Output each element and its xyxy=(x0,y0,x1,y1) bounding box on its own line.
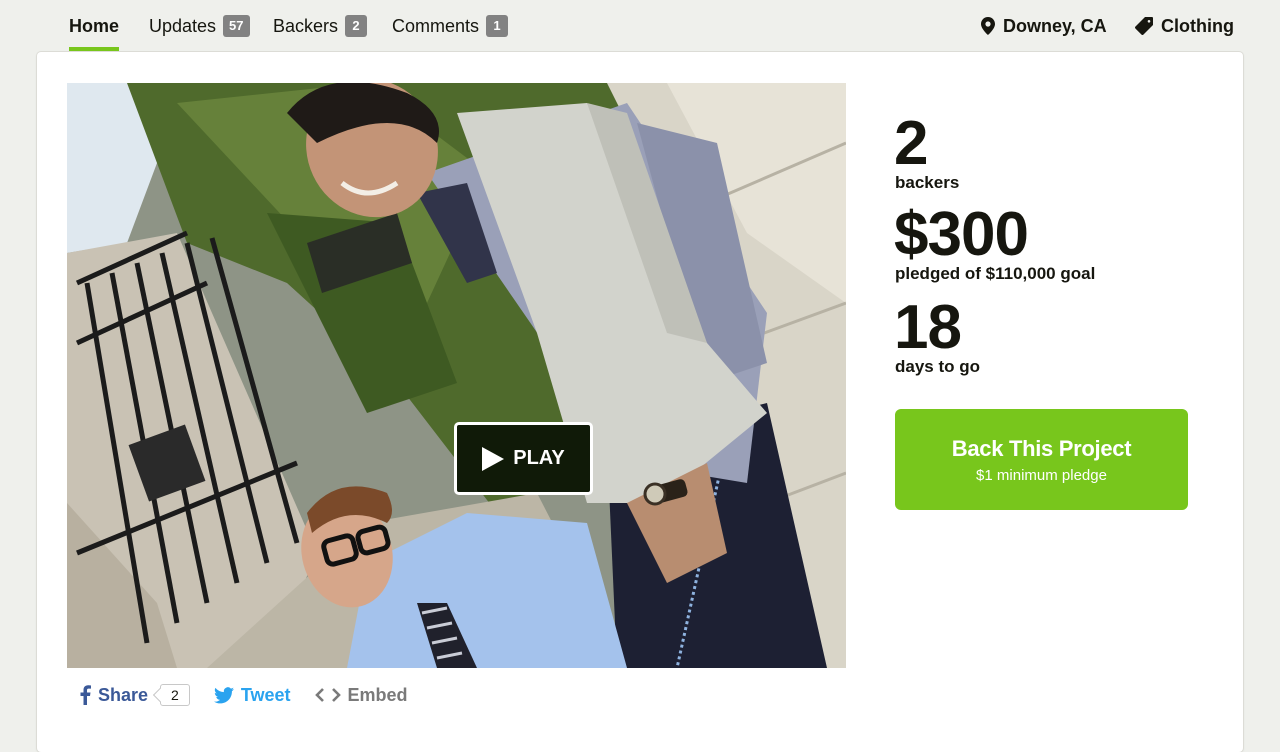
play-label: PLAY xyxy=(513,447,565,469)
tab-home[interactable]: Home xyxy=(69,0,120,52)
tab-comments[interactable]: Comments 1 xyxy=(392,0,509,52)
tab-backers-label: Backers xyxy=(273,15,339,36)
facebook-share-count: 2 xyxy=(160,684,190,706)
facebook-icon xyxy=(80,685,91,705)
twitter-bird-icon xyxy=(213,686,234,703)
location-link[interactable]: Downey, CA xyxy=(981,0,1107,52)
pledged-label: pledged of $110,000 goal xyxy=(895,264,1096,283)
project-nav: Home Updates 57 Backers 2 Comments 1 Dow… xyxy=(0,0,1280,52)
facebook-share-button[interactable]: Share 2 xyxy=(80,684,190,706)
embed-label: Embed xyxy=(347,684,408,705)
tab-updates[interactable]: Updates 57 xyxy=(149,0,250,52)
tab-backers[interactable]: Backers 2 xyxy=(273,0,368,52)
backers-count: 2 xyxy=(894,109,928,178)
facebook-share-label: Share xyxy=(98,684,149,705)
tweet-label: Tweet xyxy=(240,684,291,705)
days-label: days to go xyxy=(895,357,981,376)
project-video[interactable]: PLAY xyxy=(67,83,846,668)
category-link[interactable]: Clothing xyxy=(1135,0,1234,52)
location-label: Downey, CA xyxy=(1003,15,1107,36)
share-bar: Share 2 Tweet Embed xyxy=(80,680,432,710)
backers-label: backers xyxy=(895,173,960,192)
days-count: 18 xyxy=(894,293,962,362)
pledged-amount: $300 xyxy=(894,200,1029,269)
embed-button[interactable]: Embed xyxy=(314,684,408,706)
category-label: Clothing xyxy=(1161,15,1234,36)
play-icon xyxy=(482,446,505,471)
back-project-button[interactable]: Back This Project $1 minimum pledge xyxy=(895,409,1188,510)
play-button[interactable]: PLAY xyxy=(454,422,593,495)
back-project-title: Back This Project xyxy=(951,435,1132,461)
updates-count-badge: 57 xyxy=(223,15,250,37)
tab-home-label: Home xyxy=(69,15,120,36)
comments-count-badge: 1 xyxy=(486,15,509,37)
backers-count-badge: 2 xyxy=(345,15,368,37)
tweet-button[interactable]: Tweet xyxy=(213,684,291,706)
tag-icon xyxy=(1135,17,1153,35)
minimum-pledge-label: $1 minimum pledge xyxy=(976,466,1107,484)
video-thumbnail xyxy=(67,83,846,668)
tab-comments-label: Comments xyxy=(392,15,480,36)
map-pin-icon xyxy=(981,17,995,35)
code-brackets-icon xyxy=(314,688,341,702)
tab-updates-label: Updates xyxy=(149,15,217,36)
